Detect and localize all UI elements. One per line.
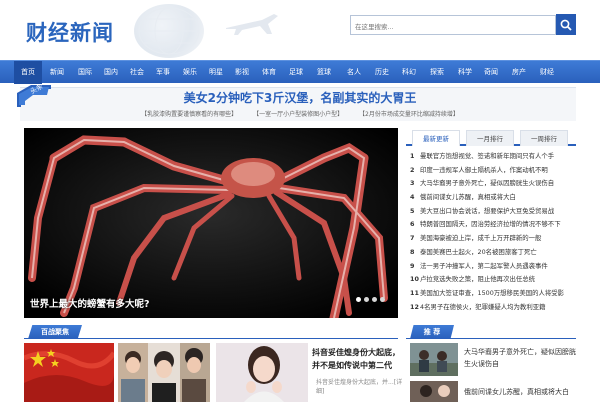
- nav-item-basketball[interactable]: 篮球: [311, 61, 337, 84]
- headline-sub-link[interactable]: 【2月份市场成交量环比缩减持续增】: [359, 111, 459, 118]
- slider-dot[interactable]: [372, 297, 377, 302]
- flag-photo[interactable]: [24, 343, 114, 402]
- rank-item[interactable]: 8 泰国美赛巴士起火，20名被困旅客丁死亡: [410, 246, 576, 260]
- nav-item-celebrity[interactable]: 名人: [341, 61, 367, 84]
- celebrity-photo[interactable]: [118, 343, 210, 402]
- section-divider: [406, 338, 576, 339]
- rank-item[interactable]: 11美国加大签证审查，1500万想移民美国的人将受影: [410, 287, 576, 301]
- recommend-title[interactable]: 俄前间谍女儿苏醒，真相或将大白: [464, 386, 576, 398]
- rank-number: 8: [410, 247, 415, 256]
- rank-number: 12: [410, 302, 419, 311]
- rank-item[interactable]: 124名男子在德侯火，犯罪嫌疑人均为教利亚籍: [410, 301, 576, 315]
- rank-item[interactable]: 3 大马华裔男子意外死亡，疑似因膀胱生火误伤自: [410, 177, 576, 191]
- rank-item[interactable]: 9 法一男子冲撞军人，第二起军警人员遇袭事件: [410, 260, 576, 274]
- rank-number: 9: [410, 261, 415, 270]
- nav-item-film[interactable]: 影视: [229, 61, 255, 84]
- site-logo[interactable]: 财经新闻: [26, 17, 114, 47]
- rank-item-title: 特朗普回国隔天，因治劳经济拉增的情况不够不下: [420, 220, 561, 229]
- nav-item-science[interactable]: 科学: [452, 61, 478, 84]
- focus-article-title[interactable]: 抖音妥佳煌身份大起底，并不是如传说中第二代: [312, 346, 406, 372]
- rank-item-title: 卢拉竞选失败之策，阻止他再次出任总统: [420, 275, 536, 284]
- rank-number: 1: [410, 152, 415, 160]
- recommend-title[interactable]: 大马华裔男子意外死亡，疑似因膀胱生火误伤自: [464, 346, 576, 370]
- rank-item[interactable]: 5 美大豆出口协会说话，想要保护大豆免受贸易战: [410, 205, 576, 219]
- rank-number: 5: [410, 206, 415, 215]
- rank-number: 7: [410, 234, 415, 243]
- nav-item-history[interactable]: 历史: [369, 61, 395, 84]
- rank-item-title: 美国海豪被迫上岸，成千上万开辟新的一般: [420, 234, 542, 243]
- rank-item[interactable]: 1 曼联官方饱想视觉、签诺和新年期间只有人个手: [410, 150, 576, 164]
- slider-dot[interactable]: [364, 297, 369, 302]
- headline-sub-link[interactable]: 【乳胶漆购置要谨慎察看的有哪些】: [141, 111, 237, 118]
- hero-slider[interactable]: 世界上最大的螃蟹有多大呢?: [24, 128, 398, 318]
- rank-number: 6: [410, 220, 415, 229]
- rank-item-title: 大马华裔男子意外死亡，疑似因膀胱生火误伤自: [420, 179, 555, 188]
- slider-caption[interactable]: 世界上最大的螃蟹有多大呢?: [30, 296, 150, 310]
- nav-item-sports[interactable]: 体育: [256, 61, 282, 84]
- rank-item-title: 美国加大签证审查，1500万想移民美国的人将受影: [420, 288, 565, 297]
- nav-item-news[interactable]: 新闻: [44, 61, 70, 84]
- section-recommend-tag[interactable]: 推 荐: [410, 325, 454, 339]
- nav-item-oddities[interactable]: 奇闻: [478, 61, 504, 84]
- actress-photo[interactable]: [216, 343, 308, 402]
- rank-item[interactable]: 2 印度一违规军人御土隔机杀人，作案动机不明: [410, 164, 576, 178]
- nav-item-ent[interactable]: 娱乐: [177, 61, 203, 84]
- globe-grid-icon: [138, 7, 200, 55]
- rank-number: 2: [410, 165, 415, 174]
- rank-number: 4: [410, 193, 415, 202]
- rank-number: 3: [410, 179, 415, 188]
- slider-dot[interactable]: [356, 297, 361, 302]
- rank-number: 11: [410, 288, 419, 297]
- nav-item-football[interactable]: 足球: [283, 61, 309, 84]
- tab-month[interactable]: 一月排行: [466, 130, 514, 146]
- rank-number: 10: [410, 275, 419, 284]
- main-nav: 首页 新闻 国际 国内 社会 军事 娱乐 明星 影视 体育 足球 篮球 名人 历…: [0, 60, 600, 84]
- slider-dot[interactable]: [380, 297, 385, 302]
- search-icon: [560, 19, 572, 31]
- recommend-thumb[interactable]: [410, 381, 458, 402]
- nav-item-realestate[interactable]: 房产: [506, 61, 532, 84]
- rank-item-title: 印度一违规军人御土隔机杀人，作案动机不明: [420, 165, 548, 174]
- airplane-icon: [226, 14, 278, 35]
- rank-item-title: 俄前间谍女儿苏醒，真相或将大白: [420, 193, 516, 202]
- headline-sub-link[interactable]: 【一室一厅小户型装修图小户型】: [253, 111, 343, 118]
- focus-article-summary[interactable]: 抖音妥佳煌身份大起底，并...[详细]: [316, 378, 406, 396]
- rank-item[interactable]: 10卢拉竞选失败之策，阻止他再次出任总统: [410, 273, 576, 287]
- nav-item-scifi[interactable]: 科幻: [396, 61, 422, 84]
- nav-item-society[interactable]: 社会: [124, 61, 150, 84]
- tab-week[interactable]: 一周排行: [520, 130, 568, 146]
- nav-item-military[interactable]: 军事: [150, 61, 176, 84]
- rank-panel: 最新更新 一月排行 一周排行 1 曼联官方饱想视觉、签诺和新年期间只有人个手 2印…: [406, 128, 576, 318]
- nav-item-domestic[interactable]: 国内: [98, 61, 124, 84]
- search-button[interactable]: [556, 14, 576, 35]
- rank-list: 1 曼联官方饱想视觉、签诺和新年期间只有人个手 2 印度一违规军人御土隔机杀人，作案…: [410, 150, 576, 314]
- section-focus-tag[interactable]: 百战聚焦: [28, 325, 82, 339]
- search-input[interactable]: 在这里搜索...: [350, 15, 556, 35]
- rank-item[interactable]: 7 美国海豪被迫上岸，成千上万开辟新的一般: [410, 232, 576, 246]
- section-divider: [24, 338, 398, 339]
- rank-item-title: 美大豆出口协会说话，想要保护大豆免受贸易战: [420, 206, 555, 215]
- rank-item-title: 曼联官方饱想视觉、签诺和新年期间只有人个手: [420, 152, 555, 160]
- rank-item-title: 法一男子冲撞军人，第二起军警人员遇袭事件: [420, 261, 548, 270]
- recommend-thumb[interactable]: [410, 343, 458, 376]
- site-header: 财经新闻 在这里搜索...: [0, 0, 600, 58]
- slider-dots: [356, 297, 385, 302]
- nav-item-finance[interactable]: 财经: [534, 61, 560, 84]
- rank-tabs: 最新更新 一月排行 一周排行: [406, 128, 576, 146]
- headline-title[interactable]: 美女2分钟吃下3斤汉堡，名副其实的大胃王: [0, 89, 600, 106]
- nav-item-world[interactable]: 国际: [72, 61, 98, 84]
- tab-latest[interactable]: 最新更新: [412, 130, 460, 146]
- rank-item-title: 4名男子在德侯火，犯罪嫌疑人均为教利亚籍: [420, 302, 546, 311]
- crab-photo: [24, 128, 398, 318]
- nav-item-home[interactable]: 首页: [14, 61, 42, 84]
- nav-item-explore[interactable]: 探索: [424, 61, 450, 84]
- rank-item[interactable]: 4 俄前间谍女儿苏醒，真相或将大白: [410, 191, 576, 205]
- rank-item[interactable]: 6 特朗普回国隔天，因治劳经济拉增的情况不够不下: [410, 218, 576, 232]
- nav-item-stars[interactable]: 明星: [203, 61, 229, 84]
- rank-item-title: 泰国美赛巴士起火，20名被困旅客丁死亡: [420, 247, 537, 256]
- headline-sub-links: 【乳胶漆购置要谨慎察看的有哪些】 【一室一厅小户型装修图小户型】 【2月份市场成…: [0, 109, 600, 118]
